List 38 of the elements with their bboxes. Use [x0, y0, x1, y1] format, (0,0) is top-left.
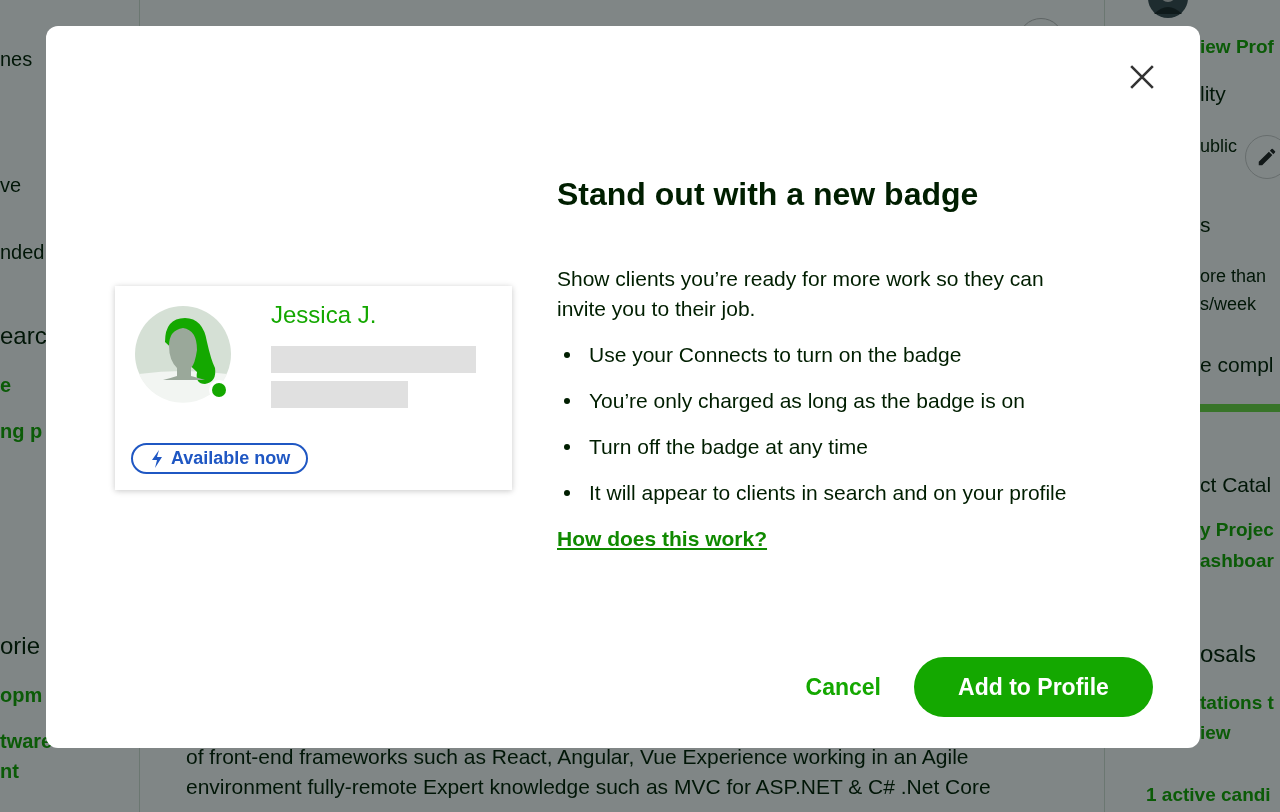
section-heading: ct Catal [1200, 472, 1273, 498]
bullet-text: Turn off the badge at any time [589, 434, 868, 460]
sidebar-link[interactable]: 1 active candi [1146, 780, 1280, 810]
sidebar-text: ore than [1200, 265, 1268, 288]
close-button[interactable] [1128, 63, 1156, 91]
job-description-text: of front-end frameworks such as React, Angular, Vue Experience working in an Agile [186, 744, 970, 770]
job-description-text: environment fully-remote Expert knowledge such as MVC for ASP.NET & C# .Net Core [186, 774, 992, 800]
sidebar-link[interactable]: tations t [1200, 688, 1280, 718]
bullet-icon [564, 398, 570, 404]
section-heading: lity [1200, 81, 1227, 107]
lightning-icon [151, 449, 163, 468]
bullet-text: You’re only charged as long as the badge is on [589, 388, 1025, 414]
sidebar-text: s/week [1200, 293, 1258, 316]
help-link[interactable]: How does this work? [557, 524, 768, 554]
bullet-icon [564, 352, 570, 358]
bullet-text: Use your Connects to turn on the badge [589, 342, 962, 368]
section-heading: e compl [1200, 352, 1275, 378]
visibility-value: ublic [1200, 135, 1238, 158]
sidebar-heading: earc [0, 321, 48, 351]
sidebar-link[interactable]: ashboar [1200, 546, 1280, 576]
sidebar-link[interactable]: y Projec [1200, 515, 1280, 545]
section-heading: s [1200, 212, 1212, 238]
bullet-text: It will appear to clients in search and on your profile [589, 480, 1067, 506]
add-to-profile-button[interactable]: Add to Profile [914, 657, 1153, 717]
sidebar-link[interactable]: iew [1200, 718, 1280, 748]
dialog-description: Show clients you’re ready for more work so they can invite you to their job. [557, 266, 1045, 322]
badge-label: Available now [171, 448, 291, 469]
bullet-icon [564, 444, 570, 450]
sidebar-link[interactable]: iew Prof [1200, 32, 1280, 62]
profile-name: Jessica J. [271, 306, 378, 324]
sidebar-link[interactable]: nt [0, 756, 139, 786]
section-heading: osals [1200, 639, 1258, 669]
sidebar-heading: orie [0, 631, 42, 661]
cancel-button[interactable]: Cancel [805, 663, 881, 711]
dialog-title: Stand out with a new badge [557, 175, 980, 214]
close-icon [1129, 64, 1155, 90]
edit-button[interactable] [1245, 135, 1280, 179]
bullet-icon [564, 490, 570, 496]
